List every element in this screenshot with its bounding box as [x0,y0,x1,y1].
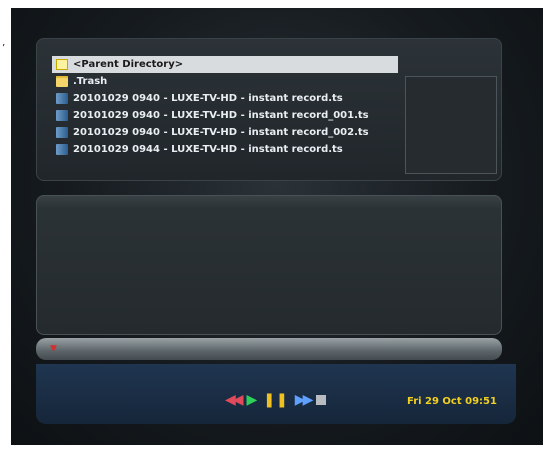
stop-icon[interactable] [316,395,327,405]
video-file-icon [56,110,68,121]
list-item[interactable]: 20101029 0940 - LUXE-TV-HD - instant rec… [52,124,402,141]
rewind-icon[interactable]: ◀◀ [225,392,243,408]
list-item-label: 20101029 0940 - LUXE-TV-HD - instant rec… [73,110,369,121]
list-item-trash[interactable]: .Trash [52,73,402,90]
scroll-bar[interactable]: ▼ [36,338,502,360]
list-item-label: 20101029 0940 - LUXE-TV-HD - instant rec… [73,127,369,138]
video-file-icon [56,93,68,104]
list-item-label: 20101029 0944 - LUXE-TV-HD - instant rec… [73,144,343,155]
list-item[interactable]: 20101029 0940 - LUXE-TV-HD - instant rec… [52,90,402,107]
corner-mark: ’ [2,43,6,54]
parent-directory-icon [56,59,68,70]
list-item-label: <Parent Directory> [73,59,184,70]
list-item[interactable]: 20101029 0940 - LUXE-TV-HD - instant rec… [52,107,402,124]
info-panel [36,195,502,335]
file-list: <Parent Directory> .Trash 20101029 0940 … [52,56,402,158]
play-icon[interactable]: ▶ [247,392,258,408]
clock: Fri 29 Oct 09:51 [407,396,497,407]
list-item[interactable]: 20101029 0944 - LUXE-TV-HD - instant rec… [52,141,402,158]
fast-forward-icon[interactable]: ▶▶ [295,392,313,408]
scroll-down-arrow-icon: ▼ [50,344,57,354]
folder-icon [56,76,68,87]
playback-controls: ◀◀ ▶ ❚❚ ▶▶ [225,392,327,408]
list-item-parent-directory[interactable]: <Parent Directory> [52,56,398,73]
list-item-label: .Trash [73,76,108,87]
video-file-icon [56,127,68,138]
video-file-icon [56,144,68,155]
preview-thumbnail [405,76,497,174]
pause-icon[interactable]: ❚❚ [263,392,288,408]
list-item-label: 20101029 0940 - LUXE-TV-HD - instant rec… [73,93,343,104]
